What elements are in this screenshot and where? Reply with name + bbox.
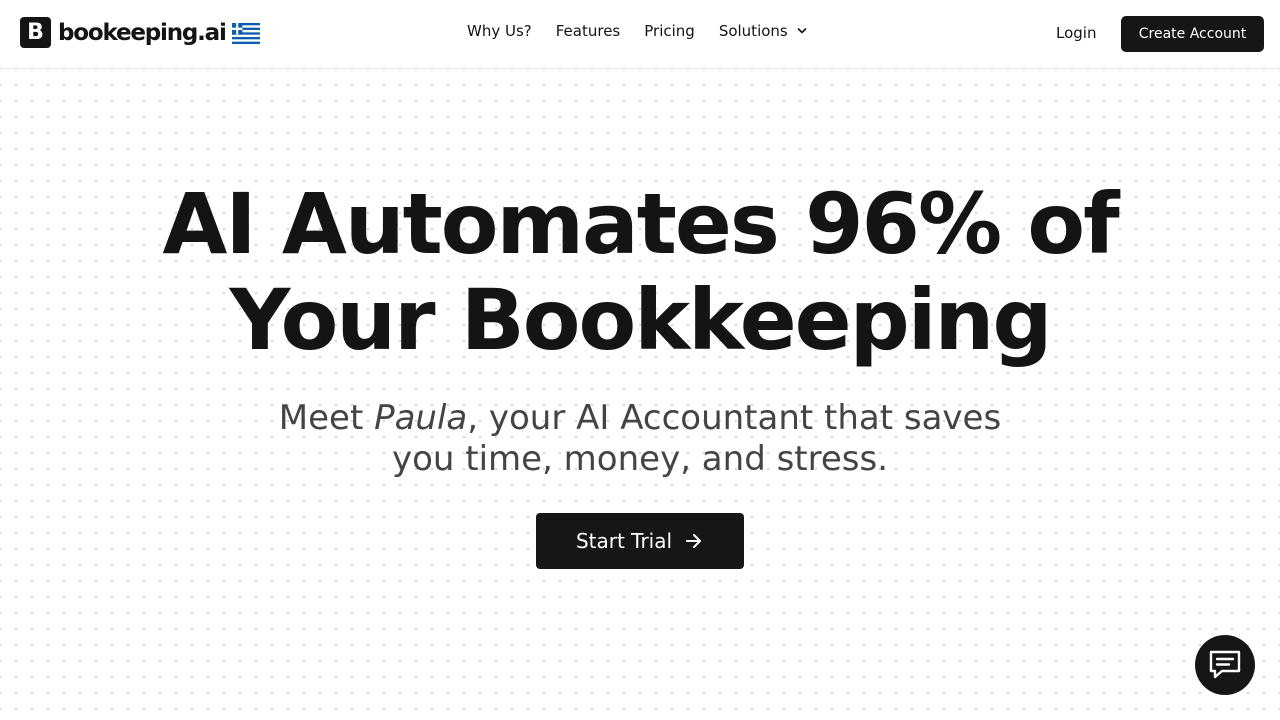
start-trial-button[interactable]: Start Trial (536, 513, 744, 569)
create-account-button[interactable]: Create Account (1121, 16, 1264, 52)
hero-headline: AI Automates 96% of Your Bookkeeping (0, 176, 1280, 368)
sub-meet: Meet (278, 398, 375, 438)
chevron-down-icon (797, 28, 807, 34)
headline-line-2: Your Bookkeeping (229, 271, 1052, 369)
nav-label: Why Us? (467, 22, 532, 40)
main-nav: Why Us? Features Pricing Solutions (467, 22, 807, 40)
start-trial-label: Start Trial (575, 529, 673, 553)
top-nav-bar: B bookeeping.ai Why Us? Features Pricing… (0, 0, 1280, 69)
nav-why-us[interactable]: Why Us? (467, 22, 532, 40)
chat-icon (1209, 650, 1241, 679)
logo-wordmark: bookeeping.ai (58, 19, 227, 46)
nav-pricing[interactable]: Pricing (644, 22, 695, 40)
login-link[interactable]: Login (1056, 24, 1096, 42)
nav-label: Pricing (644, 22, 695, 40)
hero-subheadline: Meet Paula, your AI Accountant that save… (0, 398, 1280, 480)
nav-label: Solutions (718, 22, 788, 40)
dot-grid-background (0, 69, 1280, 720)
nav-label: Features (555, 22, 621, 40)
chat-widget-button[interactable] (1195, 635, 1255, 695)
logo-mark: B (20, 17, 51, 48)
nav-solutions-dropdown[interactable]: Solutions (719, 22, 807, 40)
sub-line-2: you time, money, and stress. (391, 439, 889, 479)
arrow-right-icon (686, 534, 702, 548)
sub-name-paula: Paula (374, 398, 468, 438)
logo[interactable]: B bookeeping.ai (20, 17, 227, 48)
greece-flag-icon[interactable] (232, 23, 260, 44)
nav-features[interactable]: Features (556, 22, 621, 40)
headline-line-1: AI Automates 96% of (162, 175, 1119, 273)
sub-rest-line-1: , your AI Accountant that saves (467, 398, 1002, 438)
create-account-label: Create Account (1138, 26, 1247, 42)
